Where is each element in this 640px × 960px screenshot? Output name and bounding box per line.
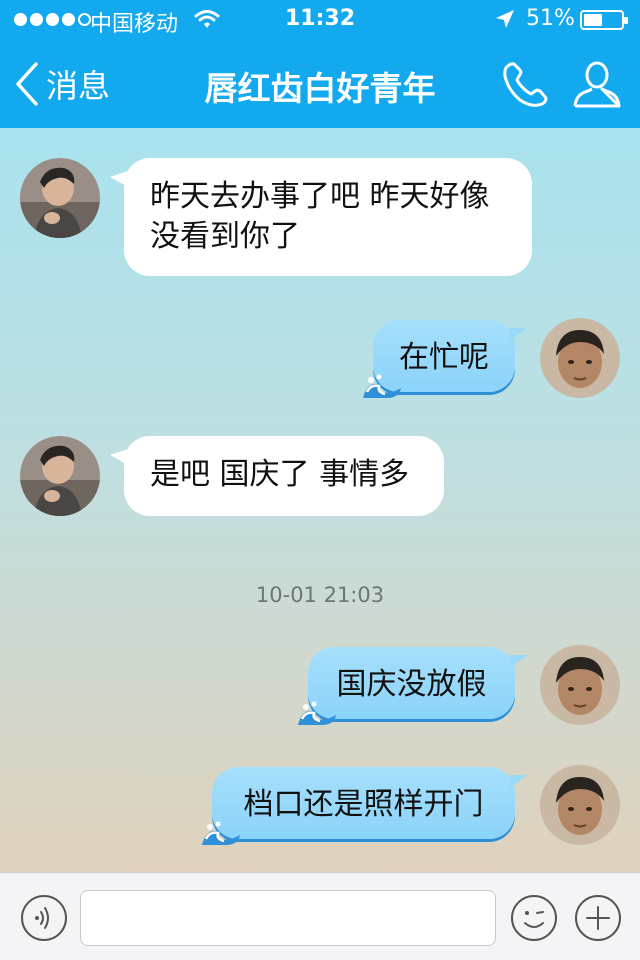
contact-avatar[interactable]: [20, 436, 100, 516]
plus-icon: [575, 895, 621, 941]
message-input[interactable]: [80, 890, 496, 946]
nav-bar: 消息 唇红齿白好青年: [0, 40, 640, 128]
message-bubble-incoming[interactable]: 是吧 国庆了 事情多: [124, 436, 444, 516]
back-label: 消息: [46, 67, 111, 105]
profile-icon: [573, 61, 621, 108]
message-bubble-outgoing[interactable]: 在忙呢: [363, 320, 527, 398]
phone-icon: [503, 62, 548, 107]
message-text-line: 没看到你了: [150, 219, 300, 254]
chat-area: 昨天去办事了吧 昨天好像 没看到你了 在忙呢 是吧 国庆了 事情多 10-01 …: [0, 128, 640, 872]
plus-button[interactable]: [574, 894, 622, 942]
voice-icon: [21, 895, 67, 941]
location-arrow-icon: [494, 8, 516, 36]
emoji-button[interactable]: [510, 894, 558, 942]
message-text: 是吧 国庆了 事情多: [150, 457, 410, 492]
message-bubble-outgoing[interactable]: 档口还是照样开门: [202, 767, 527, 845]
wave-decoration-icon: [298, 701, 336, 725]
wave-decoration-icon: [363, 374, 401, 398]
voice-button[interactable]: [20, 894, 68, 942]
my-avatar[interactable]: [540, 645, 620, 725]
header: 中国移动 11:32 51% 消息 唇红齿白好青年: [0, 0, 640, 128]
message-timestamp: 10-01 21:03: [255, 583, 385, 607]
battery-fill: [584, 14, 603, 26]
profile-button[interactable]: [570, 58, 624, 112]
my-avatar[interactable]: [540, 318, 620, 398]
battery-percent: 51%: [526, 6, 575, 31]
message-bubble-incoming[interactable]: 昨天去办事了吧 昨天好像 没看到你了: [124, 158, 532, 276]
message-bubble-outgoing[interactable]: 国庆没放假: [298, 647, 527, 725]
message-text: 档口还是照样开门: [243, 787, 484, 822]
phone-button[interactable]: [498, 58, 552, 112]
battery-icon: [580, 10, 628, 30]
back-chevron-icon: [16, 62, 38, 106]
status-bar: 中国移动 11:32 51%: [0, 0, 640, 40]
wave-decoration-icon: [202, 821, 240, 845]
message-text: 国庆没放假: [336, 667, 487, 702]
back-button[interactable]: 消息: [14, 60, 110, 108]
my-avatar[interactable]: [540, 765, 620, 845]
contact-avatar[interactable]: [20, 158, 100, 238]
message-text: 在忙呢: [399, 340, 489, 375]
input-bar: [0, 872, 640, 960]
message-text-line: 昨天去办事了吧 昨天好像: [150, 179, 490, 214]
emoji-icon: [511, 895, 557, 941]
